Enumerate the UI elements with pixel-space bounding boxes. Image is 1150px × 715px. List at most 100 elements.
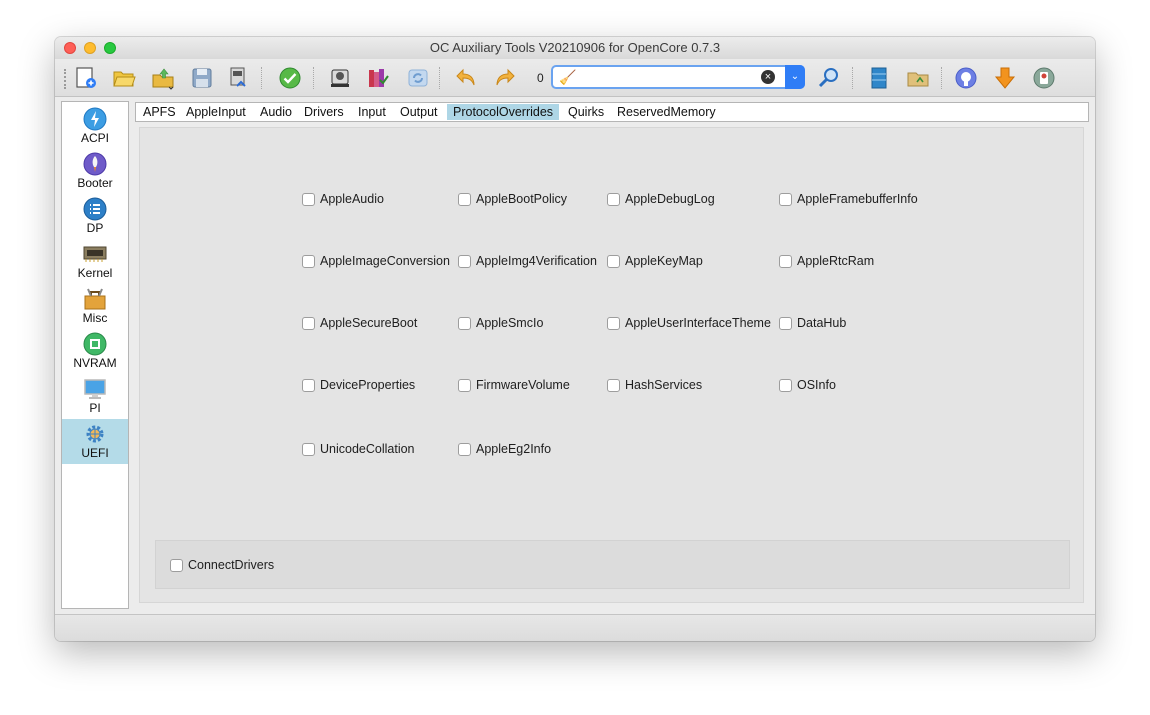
checkbox-box[interactable] — [458, 192, 471, 206]
magnifier-icon — [818, 68, 838, 88]
checkbox-box[interactable] — [302, 254, 315, 268]
checkbox-applesmcio[interactable]: AppleSmcIo — [458, 315, 543, 331]
monitor-icon — [84, 379, 106, 399]
checkbox-box[interactable] — [458, 378, 471, 392]
checkbox-osinfo[interactable]: OSInfo — [779, 377, 836, 393]
sidebar-item-label: Kernel — [77, 266, 113, 280]
checkbox-firmwarevolume[interactable]: FirmwareVolume — [458, 377, 570, 393]
tab-input[interactable]: Input — [357, 104, 387, 120]
sidebar-item-booter[interactable]: Booter — [62, 149, 128, 194]
checkbox-box[interactable] — [779, 316, 792, 330]
tab-appleinput[interactable]: AppleInput — [185, 104, 247, 120]
sidebar-item-uefi[interactable]: UEFI — [62, 419, 128, 464]
undo-arrow-icon — [456, 68, 475, 86]
protocol-overrides-panel: AppleAudio AppleBootPolicy AppleDebugLog… — [139, 127, 1084, 603]
database-button[interactable] — [866, 65, 892, 91]
checkbox-appledebuglog[interactable]: AppleDebugLog — [607, 191, 715, 207]
redo-button[interactable] — [492, 65, 518, 91]
checkbox-box[interactable] — [458, 254, 471, 268]
checkbox-hashservices[interactable]: HashServices — [607, 377, 702, 393]
search-history-dropdown[interactable]: ⌄ — [785, 65, 805, 89]
find-button[interactable] — [816, 65, 842, 91]
check-button[interactable] — [277, 65, 303, 91]
checkbox-box[interactable] — [302, 192, 315, 206]
clear-search-button[interactable]: × — [761, 70, 775, 84]
checkbox-datahub[interactable]: DataHub — [779, 315, 846, 331]
sidebar-item-label: PI — [89, 401, 101, 415]
search-combobox[interactable]: 🧹 × ⌄ — [551, 65, 805, 89]
checkbox-appleaudio[interactable]: AppleAudio — [302, 191, 384, 207]
close-window-button[interactable] — [64, 42, 76, 54]
app-window: OC Auxiliary Tools V20210906 for OpenCor… — [55, 37, 1095, 641]
books-icon — [369, 69, 389, 87]
tab-reservedmemory[interactable]: ReservedMemory — [616, 104, 717, 120]
cpu-icon — [83, 332, 107, 356]
tab-quirks[interactable]: Quirks — [567, 104, 605, 120]
checkbox-appleimageconversion[interactable]: AppleImageConversion — [302, 253, 450, 269]
checkbox-box[interactable] — [302, 316, 315, 330]
sidebar-item-label: ACPI — [80, 131, 109, 145]
app-info-icon — [1033, 67, 1055, 89]
sidebar-item-nvram[interactable]: NVRAM — [62, 329, 128, 374]
checkbox-box[interactable] — [779, 254, 792, 268]
download-button[interactable] — [992, 65, 1018, 91]
zoom-window-button[interactable] — [104, 42, 116, 54]
open-dir-button[interactable] — [905, 65, 931, 91]
checkbox-applekeymap[interactable]: AppleKeyMap — [607, 253, 703, 269]
broom-icon: 🧹 — [559, 69, 577, 85]
new-file-button[interactable] — [73, 65, 99, 91]
checkbox-deviceproperties[interactable]: DeviceProperties — [302, 377, 415, 393]
checkbox-connectdrivers[interactable]: ConnectDrivers — [170, 557, 274, 573]
checkbox-box[interactable] — [302, 442, 315, 456]
checkbox-box[interactable] — [302, 378, 315, 392]
toolbar-grip[interactable] — [64, 69, 66, 89]
save-button[interactable] — [189, 65, 215, 91]
checkbox-box[interactable] — [607, 378, 620, 392]
undo-button[interactable] — [453, 65, 479, 91]
checkbox-box[interactable] — [607, 316, 620, 330]
list-icon — [83, 197, 107, 221]
open-recent-button[interactable] — [150, 65, 176, 91]
save-as-icon — [230, 67, 246, 87]
sidebar-item-kernel[interactable]: Kernel — [62, 239, 128, 284]
sidebar-item-dp[interactable]: DP — [62, 194, 128, 239]
connect-drivers-group: ConnectDrivers — [155, 540, 1070, 589]
checkbox-box[interactable] — [779, 378, 792, 392]
checkbox-appleframebufferinfo[interactable]: AppleFramebufferInfo — [779, 191, 918, 207]
sidebar-item-label: NVRAM — [73, 356, 117, 370]
save-as-button[interactable] — [226, 65, 252, 91]
search-input[interactable] — [579, 69, 759, 85]
checkbox-appleuserinterfacetheme[interactable]: AppleUserInterfaceTheme — [607, 315, 771, 331]
checkbox-box[interactable] — [607, 254, 620, 268]
mount-esp-button[interactable] — [327, 65, 353, 91]
generate-ef-button[interactable] — [365, 65, 391, 91]
sidebar-item-acpi[interactable]: ACPI — [62, 104, 128, 149]
tab-apfs[interactable]: APFS — [142, 104, 177, 120]
minimize-window-button[interactable] — [84, 42, 96, 54]
checkbox-appleimg4verification[interactable]: AppleImg4Verification — [458, 253, 597, 269]
checkbox-appleeg2info[interactable]: AppleEg2Info — [458, 441, 551, 457]
tab-output[interactable]: Output — [399, 104, 439, 120]
tab-protocoloverrides[interactable]: ProtocolOverrides — [447, 104, 560, 120]
refresh-button[interactable] — [405, 65, 431, 91]
tab-audio[interactable]: Audio — [259, 104, 293, 120]
gear-icon — [86, 425, 104, 443]
about-button[interactable] — [1031, 65, 1057, 91]
github-button[interactable] — [953, 65, 979, 91]
checkbox-applebootpolicy[interactable]: AppleBootPolicy — [458, 191, 567, 207]
sidebar-item-misc[interactable]: Misc — [62, 284, 128, 329]
tab-drivers[interactable]: Drivers — [303, 104, 345, 120]
status-bar — [55, 614, 1095, 641]
new-document-icon — [76, 67, 96, 88]
sidebar-item-pi[interactable]: PI — [62, 374, 128, 419]
checkbox-applesecureboot[interactable]: AppleSecureBoot — [302, 315, 417, 331]
sidebar-item-label: UEFI — [81, 446, 109, 460]
checkbox-box[interactable] — [170, 558, 183, 572]
checkbox-box[interactable] — [779, 192, 792, 206]
checkbox-box[interactable] — [458, 442, 471, 456]
checkbox-unicodecollation[interactable]: UnicodeCollation — [302, 441, 415, 457]
checkbox-box[interactable] — [607, 192, 620, 206]
open-file-button[interactable] — [111, 65, 137, 91]
checkbox-box[interactable] — [458, 316, 471, 330]
checkbox-applertcram[interactable]: AppleRtcRam — [779, 253, 874, 269]
